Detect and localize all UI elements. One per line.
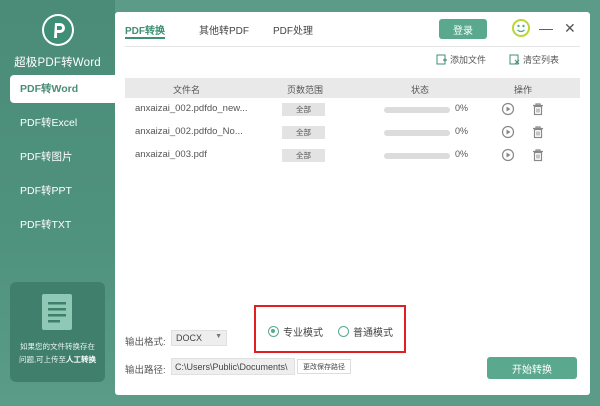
sidebar-item-pdf-to-image[interactable]: PDF转图片	[0, 143, 115, 171]
file-name: anxaizai_002.pdfdo_new...	[135, 103, 248, 114]
radio-professional-mode[interactable]: 专业模式	[268, 324, 323, 339]
add-file-icon	[436, 54, 447, 65]
clear-list-label: 清空列表	[523, 55, 560, 65]
tab-pdf-process[interactable]: PDF处理	[273, 22, 313, 37]
column-header-page-range: 页数范围	[287, 85, 324, 95]
trash-icon[interactable]	[531, 125, 545, 142]
promo-line-2: 问题,可上传至人工转换	[18, 355, 97, 364]
app-title: 超极PDF转Word	[14, 57, 101, 69]
mode-highlight-box: 专业模式 普通模式	[254, 305, 406, 353]
start-convert-button[interactable]: 开始转换	[487, 357, 577, 379]
progress-bar	[384, 107, 450, 113]
radio-normal-mode[interactable]: 普通模式	[338, 324, 393, 339]
progress-percent: 0%	[455, 149, 469, 159]
progress-percent: 0%	[455, 103, 469, 113]
output-format-label: 输出格式:	[125, 337, 166, 348]
file-table: 文件名 页数范围 状态 操作 anxaizai_002.pdfdo_new...…	[125, 78, 580, 167]
sidebar-nav: PDF转Word PDF转Excel PDF转图片 PDF转PPT PDF转TX…	[0, 75, 115, 245]
clear-list-button[interactable]: 清空列表	[509, 53, 559, 66]
page-range-button[interactable]: 全部	[282, 103, 325, 116]
promo-text: 如果您的文件转换存在 问题,可上传至人工转换	[14, 340, 101, 366]
trash-icon[interactable]	[531, 148, 545, 165]
change-save-path-button[interactable]: 更改保存路径	[297, 359, 351, 374]
progress-bar	[384, 153, 450, 159]
table-row: anxaizai_003.pdf 全部 0%	[125, 144, 580, 167]
table-row: anxaizai_002.pdfdo_No... 全部 0%	[125, 121, 580, 144]
play-icon[interactable]	[501, 102, 515, 119]
tab-other-to-pdf[interactable]: 其他转PDF	[199, 22, 249, 37]
document-icon	[40, 292, 74, 335]
manual-convert-link[interactable]: 人工转换	[66, 355, 96, 364]
file-name: anxaizai_002.pdfdo_No...	[135, 126, 243, 137]
main-panel: PDF转换 其他转PDF PDF处理 登录 — ✕ 添加文件 清空列表 文件名 …	[115, 12, 590, 395]
sidebar: 超极PDF转Word PDF转Word PDF转Excel PDF转图片 PDF…	[0, 0, 115, 406]
add-file-button[interactable]: 添加文件	[436, 53, 486, 66]
chevron-down-icon: ▼	[215, 333, 222, 340]
radio-selected-icon	[268, 326, 279, 337]
sidebar-item-pdf-to-ppt[interactable]: PDF转PPT	[0, 177, 115, 205]
column-header-filename: 文件名	[173, 85, 201, 95]
play-icon[interactable]	[501, 125, 515, 142]
file-name: anxaizai_003.pdf	[135, 149, 207, 160]
professional-mode-label: 专业模式	[283, 328, 323, 339]
progress-bar	[384, 130, 450, 136]
sidebar-item-pdf-to-word[interactable]: PDF转Word	[10, 75, 115, 103]
minimize-button[interactable]: —	[539, 20, 553, 36]
close-button[interactable]: ✕	[564, 20, 576, 37]
trash-icon[interactable]	[531, 102, 545, 119]
table-header: 文件名 页数范围 状态 操作	[125, 78, 580, 98]
progress-percent: 0%	[455, 126, 469, 136]
output-format-value: DOCX	[176, 333, 203, 343]
tab-divider	[125, 46, 580, 47]
clear-list-icon	[509, 54, 520, 65]
column-header-actions: 操作	[514, 85, 533, 95]
play-icon[interactable]	[501, 148, 515, 165]
table-row: anxaizai_002.pdfdo_new... 全部 0%	[125, 98, 580, 121]
login-button[interactable]: 登录	[439, 19, 487, 39]
logo-area: 超极PDF转Word	[0, 14, 115, 70]
normal-mode-label: 普通模式	[353, 328, 393, 339]
tab-pdf-convert[interactable]: PDF转换	[125, 22, 165, 39]
smiley-icon[interactable]	[511, 18, 531, 41]
sidebar-item-pdf-to-excel[interactable]: PDF转Excel	[0, 109, 115, 137]
output-path-label: 输出路径:	[125, 365, 166, 376]
app-logo-icon	[41, 14, 74, 46]
output-format-select[interactable]: DOCX ▼	[171, 330, 227, 346]
column-header-status: 状态	[411, 85, 430, 95]
radio-unselected-icon	[338, 326, 349, 337]
add-file-label: 添加文件	[450, 55, 487, 65]
page-range-button[interactable]: 全部	[282, 126, 325, 139]
page-range-button[interactable]: 全部	[282, 149, 325, 162]
output-path-input[interactable]	[171, 358, 295, 375]
sidebar-item-pdf-to-txt[interactable]: PDF转TXT	[0, 211, 115, 239]
promo-line-1: 如果您的文件转换存在	[20, 342, 95, 351]
manual-convert-promo[interactable]: 如果您的文件转换存在 问题,可上传至人工转换	[10, 282, 105, 382]
